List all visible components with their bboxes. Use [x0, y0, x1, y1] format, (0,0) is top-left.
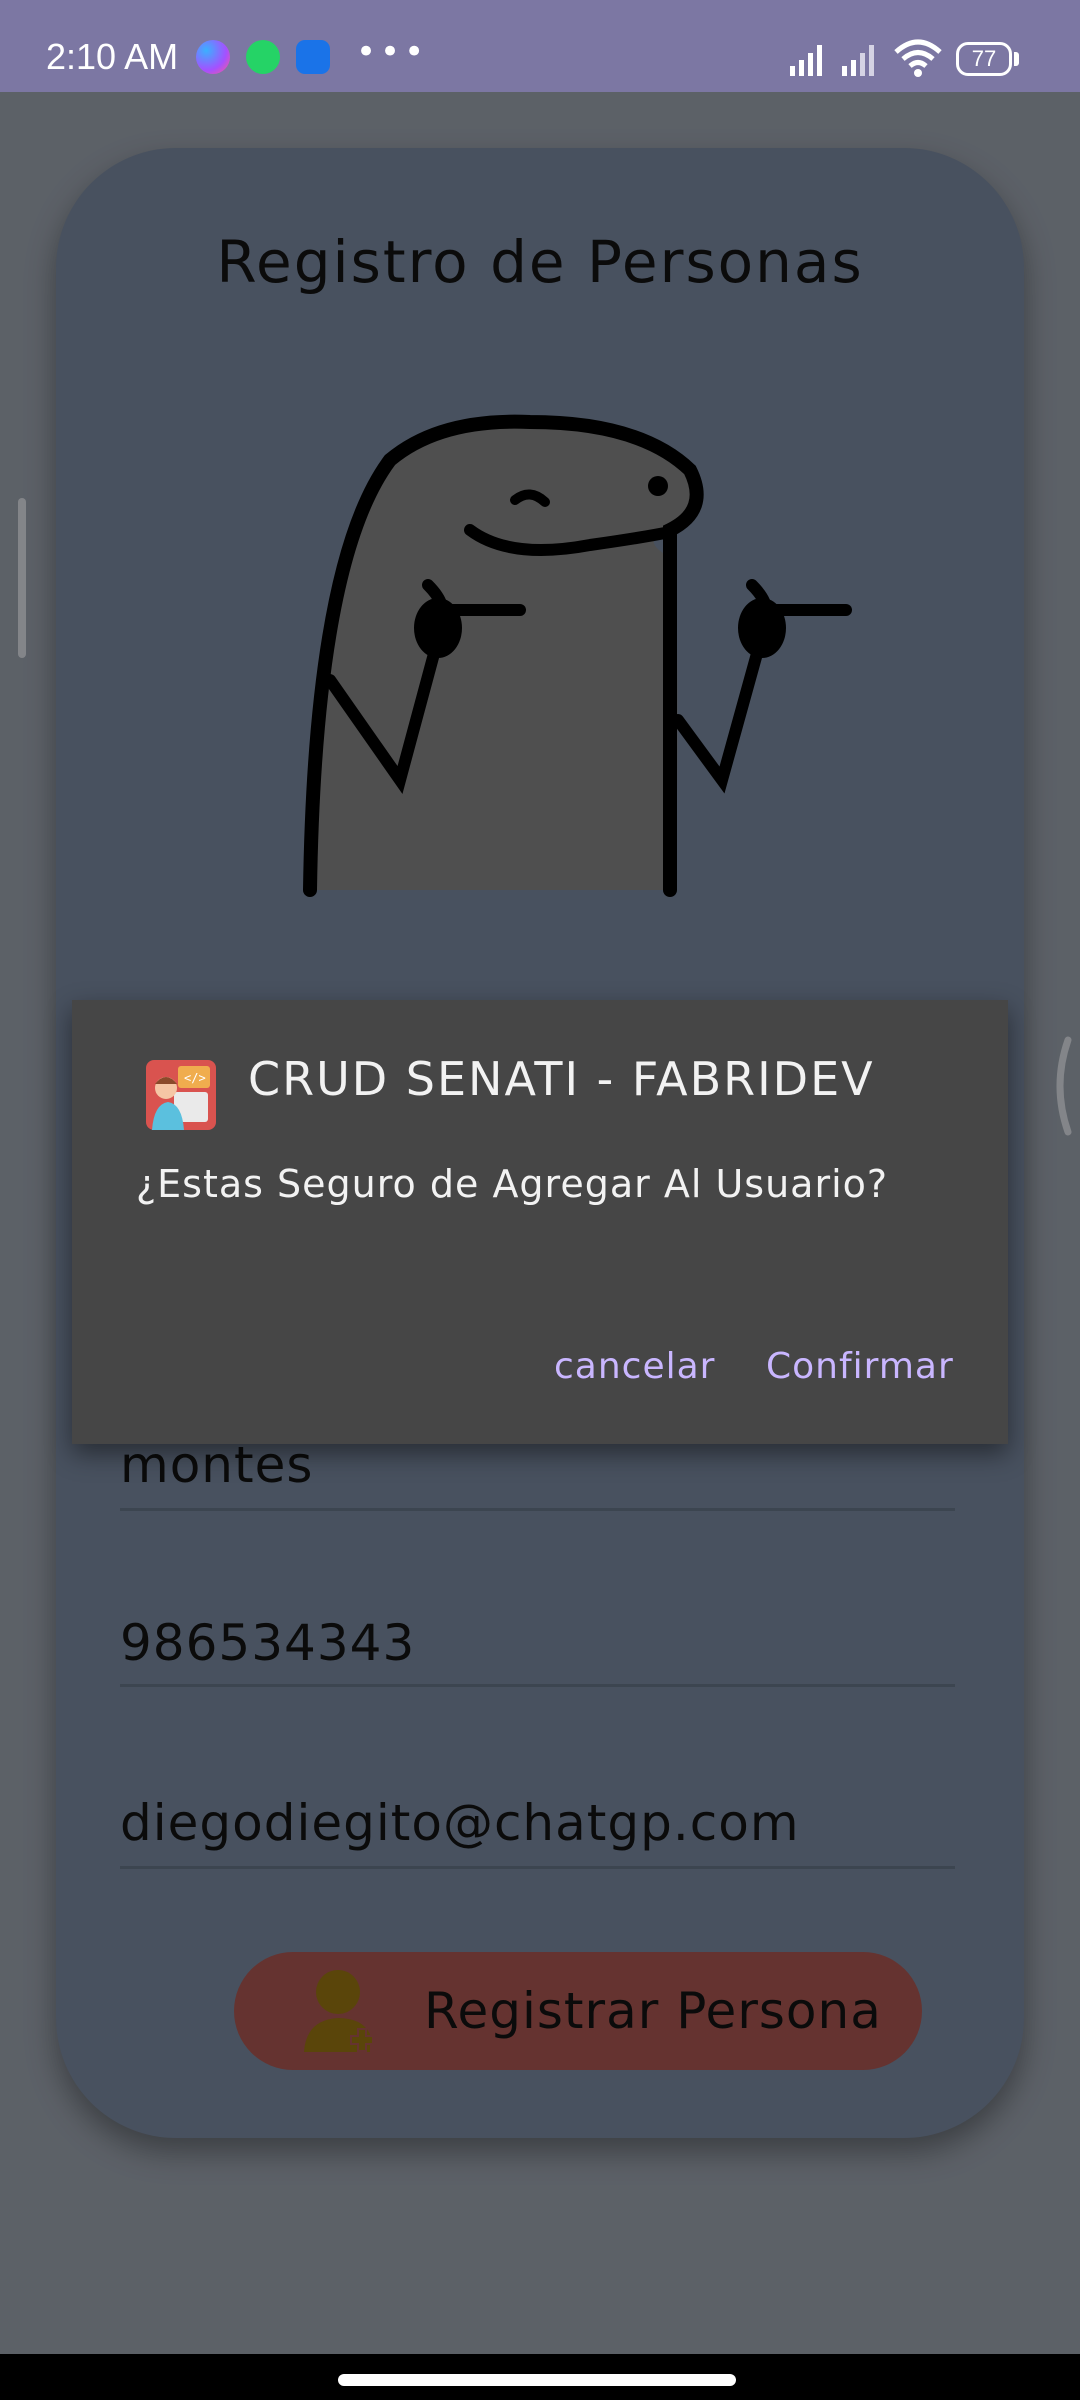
- confirm-button[interactable]: Confirmar: [766, 1346, 954, 1387]
- battery-level: 77: [971, 46, 997, 71]
- battery-icon: 77: [956, 42, 1012, 76]
- whatsapp-icon: [246, 40, 280, 74]
- dialog-title: CRUD SENATI - FABRIDEV: [248, 1052, 875, 1106]
- home-indicator[interactable]: [338, 2374, 736, 2386]
- cancel-button[interactable]: cancelar: [554, 1346, 715, 1387]
- signal-icon-2: [842, 45, 874, 76]
- dialog-message: ¿Estas Seguro de Agregar Al Usuario?: [136, 1162, 889, 1206]
- developer-icon: </>: [146, 1060, 216, 1130]
- status-bar: 2:10 AM ••• 77: [0, 0, 1080, 92]
- battery-tip: [1014, 52, 1019, 66]
- status-time: 2:10 AM: [46, 36, 179, 77]
- messages-icon: [296, 40, 330, 74]
- svg-text:</>: </>: [184, 1071, 206, 1085]
- wifi-icon: [894, 39, 942, 77]
- signal-icon: [790, 45, 822, 76]
- messenger-icon: [196, 40, 230, 74]
- more-notifications-icon: •••: [356, 32, 429, 72]
